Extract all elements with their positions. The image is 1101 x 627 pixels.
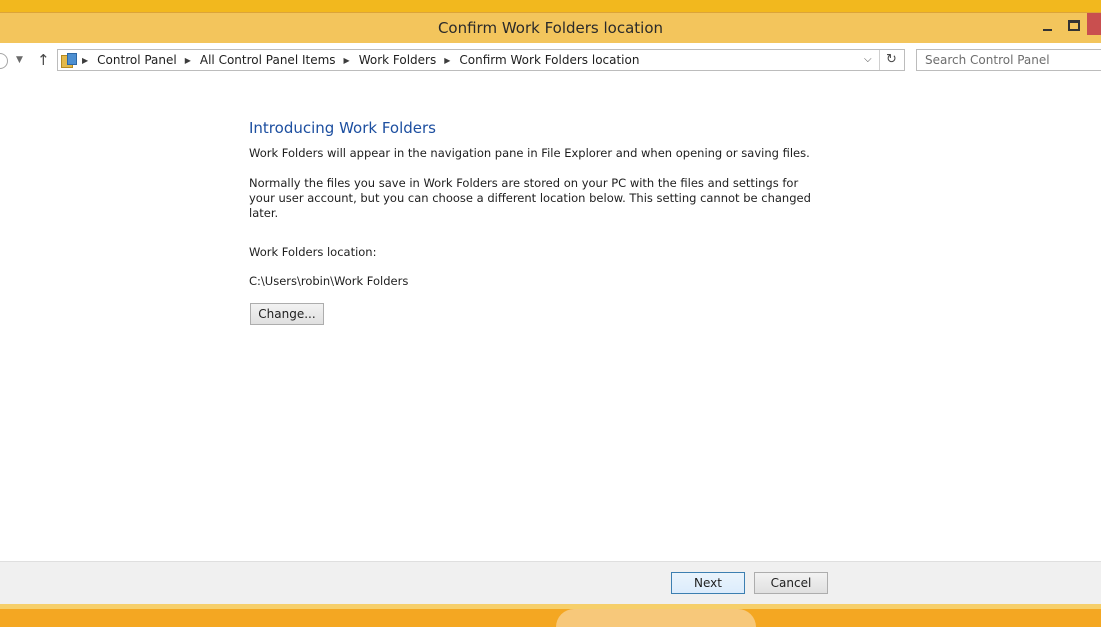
window-title: Confirm Work Folders location [437,19,664,37]
breadcrumb-control-panel[interactable]: Control Panel [97,53,177,67]
refresh-icon[interactable]: ↻ [886,52,897,67]
address-dropdown-chevron-down-icon[interactable]: ⌵ [864,54,872,65]
breadcrumb-separator-icon[interactable]: ▶ [82,56,88,65]
intro-paragraph: Work Folders will appear in the navigati… [249,146,810,160]
breadcrumb-confirm-work-folders-location[interactable]: Confirm Work Folders location [459,53,639,67]
breadcrumb-separator-icon[interactable]: ▶ [444,56,450,65]
maximize-button[interactable] [1062,17,1084,35]
desktop-wallpaper-shape [556,609,756,627]
maximize-icon [1068,20,1080,31]
minimize-icon [1043,29,1052,31]
title-bar: Confirm Work Folders location [0,12,1101,44]
breadcrumb-separator-icon[interactable]: ▶ [185,56,191,65]
dialog-footer: Next Cancel [0,561,1101,604]
address-bar[interactable]: ▶ Control Panel ▶ All Control Panel Items ▶ W… [57,49,905,71]
breadcrumb-separator-icon[interactable]: ▶ [344,56,350,65]
recent-locations-chevron-down-icon[interactable]: ▼ [16,55,23,65]
minimize-button[interactable] [1036,17,1058,35]
control-panel-icon [61,53,77,68]
cancel-button[interactable]: Cancel [754,572,828,594]
page-heading: Introducing Work Folders [249,119,436,137]
address-divider [879,50,880,70]
change-location-button[interactable]: Change... [250,303,324,325]
desktop-background [0,609,1101,627]
breadcrumb: ▶ Control Panel ▶ All Control Panel Items ▶ W… [82,53,639,67]
navigation-bar: ▼ ↑ ▶ Control Panel ▶ All Control Panel Ite… [0,43,1101,79]
breadcrumb-work-folders[interactable]: Work Folders [359,53,437,67]
main-content: Introducing Work Folders Work Folders wi… [0,79,1101,561]
breadcrumb-all-control-panel-items[interactable]: All Control Panel Items [200,53,336,67]
close-button[interactable] [1087,13,1101,35]
back-arrow-icon[interactable] [0,53,8,69]
location-explanation-paragraph: Normally the files you save in Work Fold… [249,176,811,220]
desktop-top-strip [0,0,1101,12]
next-button[interactable]: Next [671,572,745,594]
up-arrow-icon[interactable]: ↑ [37,51,50,69]
search-input[interactable]: Search Control Panel [916,49,1101,71]
search-placeholder: Search Control Panel [925,53,1050,67]
location-value: C:\Users\robin\Work Folders [249,274,409,288]
location-label: Work Folders location: [249,245,377,259]
